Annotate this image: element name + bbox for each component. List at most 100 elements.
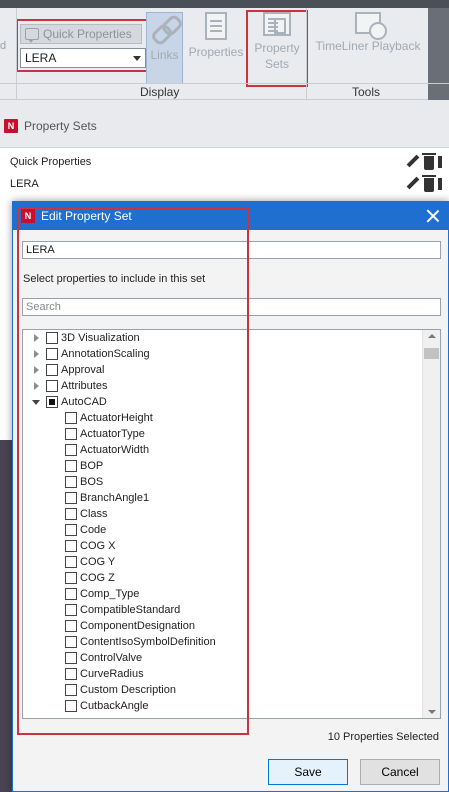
expand-arrow-right-icon[interactable]: [34, 334, 39, 342]
property-set-row[interactable]: LERA: [0, 173, 449, 195]
tree-property-row[interactable]: ControlValve: [23, 650, 423, 666]
scroll-down-arrow-icon[interactable]: [428, 710, 436, 714]
cancel-button[interactable]: Cancel: [360, 759, 440, 785]
tree-property-row[interactable]: BOP: [23, 458, 423, 474]
ribbon: d Quick Properties LERA Links Properties…: [0, 0, 449, 100]
tree-property-row[interactable]: ActuatorHeight: [23, 410, 423, 426]
property-checkbox[interactable]: [65, 492, 77, 504]
timeliner-playback-button[interactable]: TimeLiner Playback: [312, 12, 424, 84]
quick-properties-selected: LERA: [25, 51, 57, 65]
edit-pencil-icon[interactable]: [406, 154, 420, 168]
close-icon[interactable]: [426, 209, 440, 223]
delete-trash-icon[interactable]: [422, 153, 436, 170]
tree-category-label: Approval: [61, 364, 105, 376]
tree-property-row[interactable]: COG X: [23, 538, 423, 554]
category-checkbox[interactable]: [46, 380, 58, 392]
property-sets-label-line2: Sets: [264, 57, 289, 71]
property-checkbox[interactable]: [65, 556, 77, 568]
scroll-up-arrow-icon[interactable]: [428, 334, 436, 338]
property-checkbox[interactable]: [65, 412, 77, 424]
tree-category-label: Attributes: [61, 380, 108, 392]
properties-button[interactable]: Properties: [186, 12, 246, 84]
property-checkbox[interactable]: [65, 620, 77, 632]
tree-property-row[interactable]: COG Y: [23, 554, 423, 570]
tree-category-row[interactable]: Attributes: [23, 378, 423, 394]
tree-property-row[interactable]: BranchAngle1: [23, 490, 423, 506]
property-sets-button[interactable]: Property Sets: [250, 12, 304, 84]
property-checkbox[interactable]: [65, 652, 77, 664]
delete-trash-icon[interactable]: [422, 175, 436, 192]
ribbon-group-labels: Display Tools: [0, 83, 449, 100]
tree-category-row[interactable]: 3D Visualization: [23, 330, 423, 346]
tree-property-row[interactable]: Code: [23, 522, 423, 538]
tree-property-row[interactable]: Class: [23, 506, 423, 522]
tree-property-row[interactable]: BOS: [23, 474, 423, 490]
info-icon[interactable]: [438, 156, 442, 168]
property-checkbox[interactable]: [65, 428, 77, 440]
group-label-display: Display: [140, 85, 180, 99]
property-checkbox[interactable]: [65, 524, 77, 536]
properties-document-icon: [205, 12, 227, 40]
property-tree: 3D Visualization AnnotationScaling Approva…: [22, 329, 441, 719]
navisworks-logo-icon: N: [4, 118, 18, 133]
tree-property-row[interactable]: COG Z: [23, 570, 423, 586]
tree-scrollbar[interactable]: [422, 330, 440, 718]
tree-property-row[interactable]: Custom Description: [23, 682, 423, 698]
property-checkbox[interactable]: [65, 684, 77, 696]
tree-property-row[interactable]: ActuatorType: [23, 426, 423, 442]
edit-pencil-icon[interactable]: [406, 176, 420, 190]
tree-property-label: BranchAngle1: [80, 492, 150, 504]
clock-calendar-icon: [355, 12, 387, 40]
ribbon-clipped-text: d: [0, 40, 7, 52]
tree-property-row[interactable]: CompatibleStandard: [23, 602, 423, 618]
tree-property-label: COG Y: [80, 556, 116, 568]
property-checkbox[interactable]: [65, 508, 77, 520]
tree-property-label: Comp_Type: [80, 588, 140, 600]
property-checkbox[interactable]: [65, 476, 77, 488]
tree-property-row[interactable]: CutbackAngle: [23, 698, 423, 714]
tree-category-row[interactable]: AnnotationScaling: [23, 346, 423, 362]
category-checkbox[interactable]: [46, 332, 58, 344]
tree-property-row[interactable]: Comp_Type: [23, 586, 423, 602]
category-checkbox[interactable]: [46, 348, 58, 360]
property-checkbox[interactable]: [65, 460, 77, 472]
property-checkbox[interactable]: [65, 588, 77, 600]
expand-arrow-down-icon[interactable]: [32, 400, 40, 405]
property-checkbox[interactable]: [65, 444, 77, 456]
tree-property-row[interactable]: ContentIsoSymbolDefinition: [23, 634, 423, 650]
expand-arrow-right-icon[interactable]: [34, 350, 39, 358]
tree-property-row[interactable]: ComponentDesignation: [23, 618, 423, 634]
quick-properties-button[interactable]: Quick Properties: [20, 24, 142, 44]
property-checkbox[interactable]: [65, 540, 77, 552]
property-checkbox[interactable]: [65, 636, 77, 648]
links-button[interactable]: Links: [146, 12, 183, 84]
scroll-thumb[interactable]: [424, 348, 439, 359]
tree-property-label: CompatibleStandard: [80, 604, 181, 616]
tree-category-label: 3D Visualization: [61, 332, 140, 344]
tree-property-row[interactable]: ActuatorWidth: [23, 442, 423, 458]
tree-category-row[interactable]: Approval: [23, 362, 423, 378]
property-checkbox[interactable]: [65, 700, 77, 712]
property-checkbox[interactable]: [65, 604, 77, 616]
group-label-tools: Tools: [352, 85, 381, 99]
set-name-input[interactable]: LERA: [22, 241, 441, 259]
properties-label: Properties: [188, 45, 244, 59]
row-actions: [406, 175, 442, 192]
property-checkbox[interactable]: [65, 572, 77, 584]
expand-arrow-right-icon[interactable]: [34, 366, 39, 374]
tree-property-row[interactable]: CurveRadius: [23, 666, 423, 682]
category-checkbox[interactable]: [46, 364, 58, 376]
expand-arrow-right-icon[interactable]: [34, 382, 39, 390]
property-checkbox[interactable]: [65, 668, 77, 680]
panel-header: N Property Sets: [0, 100, 449, 148]
property-set-row[interactable]: Quick Properties: [0, 151, 449, 173]
property-set-name: Quick Properties: [10, 156, 92, 168]
save-button[interactable]: Save: [268, 759, 348, 785]
info-icon[interactable]: [438, 178, 442, 190]
property-sets-icon: [263, 12, 291, 36]
tree-category-row[interactable]: AutoCAD: [23, 394, 423, 410]
search-input[interactable]: Search: [22, 298, 441, 316]
quick-properties-dropdown[interactable]: LERA: [20, 48, 146, 68]
category-checkbox[interactable]: [46, 396, 58, 408]
tree-property-label: ComponentDesignation: [80, 620, 195, 632]
